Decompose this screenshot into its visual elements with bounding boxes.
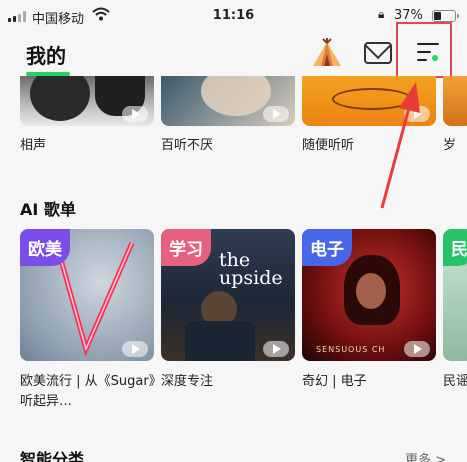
playlist-title[interactable]: 相声 bbox=[20, 134, 46, 153]
more-link[interactable]: 更多 > bbox=[405, 449, 446, 462]
play-icon[interactable] bbox=[122, 341, 148, 357]
orientation-lock-icon: 🔒︎ bbox=[378, 7, 385, 21]
play-icon[interactable] bbox=[263, 341, 289, 357]
play-icon[interactable] bbox=[404, 106, 430, 122]
playlist-card[interactable] bbox=[443, 76, 467, 126]
battery-icon bbox=[432, 10, 459, 22]
ai-playlist-card[interactable]: 民 bbox=[443, 229, 467, 361]
ai-playlist-section-title: AI 歌单 bbox=[20, 200, 76, 219]
playlist-card[interactable] bbox=[20, 76, 154, 126]
top-playlist-row bbox=[0, 76, 467, 126]
menu-badge-dot bbox=[430, 53, 440, 63]
cover-text: SENSUOUS CH bbox=[316, 345, 386, 354]
play-icon[interactable] bbox=[263, 106, 289, 122]
play-icon[interactable] bbox=[122, 106, 148, 122]
ai-playlist-card[interactable]: 欧美 bbox=[20, 229, 154, 361]
genre-tag: 欧美 bbox=[20, 229, 70, 266]
genre-tag: 民 bbox=[443, 229, 467, 266]
battery-percent: 37% bbox=[394, 8, 423, 23]
smart-category-title: 智能分类 bbox=[20, 450, 85, 462]
playlist-title[interactable]: 百听不厌 bbox=[161, 134, 213, 153]
menu-icon[interactable] bbox=[417, 43, 440, 63]
ai-playlist-title[interactable]: 民谣 bbox=[443, 372, 467, 392]
cover-text: the upside bbox=[219, 249, 283, 289]
playlist-card[interactable] bbox=[302, 76, 436, 126]
mail-icon[interactable] bbox=[364, 42, 392, 64]
ai-playlist-card[interactable]: the upside 学习 bbox=[161, 229, 295, 361]
ai-playlist-title[interactable]: 深度专注 bbox=[161, 372, 297, 392]
highlight-box bbox=[396, 22, 452, 78]
page-title[interactable]: 我的 bbox=[26, 40, 66, 69]
genre-tag: 学习 bbox=[161, 229, 211, 266]
genre-tag: 电子 bbox=[302, 229, 352, 266]
playlist-title[interactable]: 随便听听 bbox=[302, 134, 354, 153]
playlist-card[interactable] bbox=[161, 76, 295, 126]
ai-playlist-title[interactable]: 欧美流行 | 从《Sugar》听起异… bbox=[20, 372, 156, 412]
tent-icon[interactable] bbox=[311, 38, 343, 68]
ai-playlist-title[interactable]: 奇幻 | 电子 bbox=[302, 372, 438, 392]
ai-playlist-card[interactable]: SENSUOUS CH 电子 bbox=[302, 229, 436, 361]
playlist-title[interactable]: 岁 bbox=[443, 134, 456, 153]
play-icon[interactable] bbox=[404, 341, 430, 357]
